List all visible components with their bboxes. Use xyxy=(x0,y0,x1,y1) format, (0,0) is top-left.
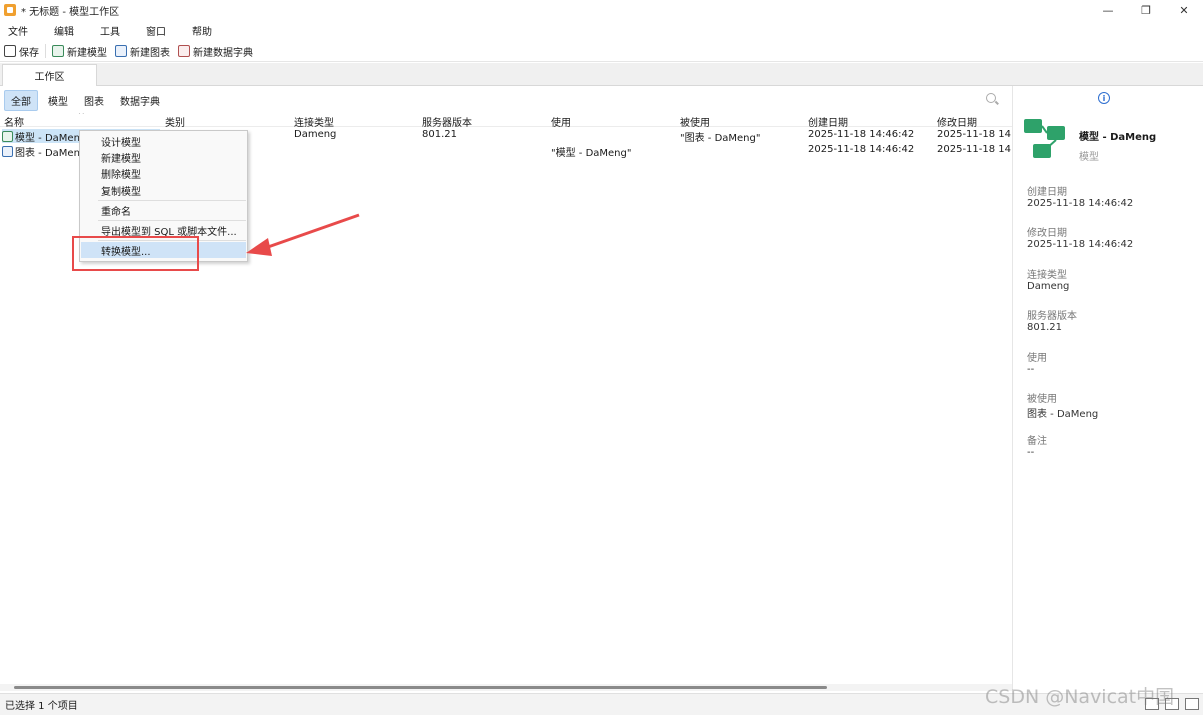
tile-view-icon[interactable] xyxy=(1185,698,1199,710)
used-by-value: 图表 - DaMeng xyxy=(1027,409,1099,420)
info-icon[interactable]: i xyxy=(1098,92,1110,104)
details-title: 模型 - DaMeng xyxy=(1079,132,1157,143)
chart-icon xyxy=(115,45,127,57)
maximize-button[interactable]: ❐ xyxy=(1127,0,1165,20)
column-header-version[interactable]: 服务器版本 xyxy=(422,114,472,129)
row-uses: "模型 - DaMeng" xyxy=(551,148,632,159)
filter-dictionary[interactable]: 数据字典 xyxy=(114,91,166,110)
row-name: 图表 - DaMeng xyxy=(15,147,87,159)
row-version: 801.21 xyxy=(422,129,457,140)
menu-item-new-model[interactable]: 新建模型 xyxy=(81,149,246,165)
close-button[interactable]: ✕ xyxy=(1165,0,1203,20)
uses-label: 使用 xyxy=(1027,353,1047,364)
save-button[interactable]: 保存 xyxy=(4,44,39,59)
version-label: 服务器版本 xyxy=(1027,311,1077,322)
filter-chart[interactable]: 图表 xyxy=(78,91,110,110)
row-modified: 2025-11-18 14:46:42 xyxy=(937,144,1012,155)
remark-value: -- xyxy=(1027,447,1035,458)
details-subtitle: 模型 xyxy=(1079,152,1099,163)
uses-value: -- xyxy=(1027,364,1035,375)
new-chart-button[interactable]: 新建图表 xyxy=(115,44,170,59)
filter-all[interactable]: 全部 xyxy=(4,89,38,111)
column-header-category[interactable]: 类别 xyxy=(165,114,185,129)
new-model-label: 新建模型 xyxy=(67,47,107,59)
column-header-modified[interactable]: 修改日期 xyxy=(937,114,977,129)
model-icon xyxy=(2,130,13,142)
created-label: 创建日期 xyxy=(1027,187,1067,198)
model-icon xyxy=(52,45,64,57)
app-icon xyxy=(4,4,16,16)
new-chart-label: 新建图表 xyxy=(130,47,170,59)
row-name: 模型 - DaMeng xyxy=(15,132,87,144)
menu-edit[interactable]: 编辑 xyxy=(46,23,82,38)
row-created: 2025-11-18 14:46:42 xyxy=(808,144,915,155)
dictionary-icon xyxy=(178,45,190,57)
filter-model[interactable]: 模型 xyxy=(42,91,74,110)
new-dict-label: 新建数据字典 xyxy=(193,47,253,59)
version-value: 801.21 xyxy=(1027,322,1062,333)
modified-value: 2025-11-18 14:46:42 xyxy=(1027,239,1134,250)
watermark: CSDN @Navicat中国 xyxy=(985,686,1175,708)
connection-value: Dameng xyxy=(1027,281,1070,292)
column-header-uses[interactable]: 使用 xyxy=(551,114,571,129)
remark-label: 备注 xyxy=(1027,436,1047,447)
sort-caret-icon: ^ xyxy=(78,113,85,119)
row-created: 2025-11-18 14:46:42 xyxy=(808,129,915,140)
row-connection: Dameng xyxy=(294,129,337,140)
save-icon xyxy=(4,45,16,57)
filter-bar: 全部 模型 图表 数据字典 xyxy=(0,89,1012,111)
save-label: 保存 xyxy=(19,47,39,59)
details-panel: i 模型 - DaMeng 模型 创建日期 2025-11-18 14:46:4… xyxy=(1012,86,1203,690)
menu-bar: 文件 编辑 工具 窗口 帮助 xyxy=(0,20,1203,40)
title-bar: * 无标题 - 模型工作区 — ❐ ✕ xyxy=(0,0,1203,20)
menu-item-copy-model[interactable]: 复制模型 xyxy=(81,182,246,198)
annotation-highlight-box xyxy=(72,236,199,271)
minimize-button[interactable]: — xyxy=(1089,0,1127,20)
chart-icon xyxy=(2,145,13,157)
window-controls: — ❐ ✕ xyxy=(1089,0,1203,20)
menu-divider xyxy=(98,220,246,221)
horizontal-scrollbar-thumb[interactable] xyxy=(14,686,827,689)
menu-divider xyxy=(98,200,246,201)
connection-label: 连接类型 xyxy=(1027,270,1067,281)
row-used-by: "图表 - DaMeng" xyxy=(680,133,761,144)
menu-item-delete-model[interactable]: 删除模型 xyxy=(81,165,246,181)
menu-item-rename[interactable]: 重命名 xyxy=(81,202,246,218)
menu-help[interactable]: 帮助 xyxy=(184,23,220,38)
window-title: * 无标题 - 模型工作区 xyxy=(21,6,120,18)
menu-window[interactable]: 窗口 xyxy=(138,23,174,38)
row-modified: 2025-11-18 14:46:42 xyxy=(937,129,1012,140)
created-value: 2025-11-18 14:46:42 xyxy=(1027,198,1134,209)
new-model-button[interactable]: 新建模型 xyxy=(52,44,107,59)
new-dict-button[interactable]: 新建数据字典 xyxy=(178,44,253,59)
toolbar-divider xyxy=(45,44,46,58)
toolbar: 保存 新建模型 新建图表 新建数据字典 xyxy=(0,41,1203,62)
status-text: 已选择 1 个项目 xyxy=(5,701,78,712)
column-header-name[interactable]: 名称 xyxy=(4,114,24,129)
menu-tools[interactable]: 工具 xyxy=(92,23,128,38)
column-header-created[interactable]: 创建日期 xyxy=(808,114,848,129)
tab-workspace[interactable]: 工作区 xyxy=(2,64,97,86)
menu-file[interactable]: 文件 xyxy=(0,23,36,38)
tab-strip: 工作区 xyxy=(0,63,1203,86)
grid-header: 名称 ^ 类别 连接类型 服务器版本 使用 被使用 创建日期 修改日期 xyxy=(0,113,1012,129)
column-header-connection[interactable]: 连接类型 xyxy=(294,114,334,129)
model-logo-icon xyxy=(1024,119,1065,158)
used-by-label: 被使用 xyxy=(1027,394,1057,405)
column-header-used-by[interactable]: 被使用 xyxy=(680,114,710,129)
menu-item-design-model[interactable]: 设计模型 xyxy=(81,133,246,149)
search-icon[interactable] xyxy=(986,93,996,103)
modified-label: 修改日期 xyxy=(1027,228,1067,239)
